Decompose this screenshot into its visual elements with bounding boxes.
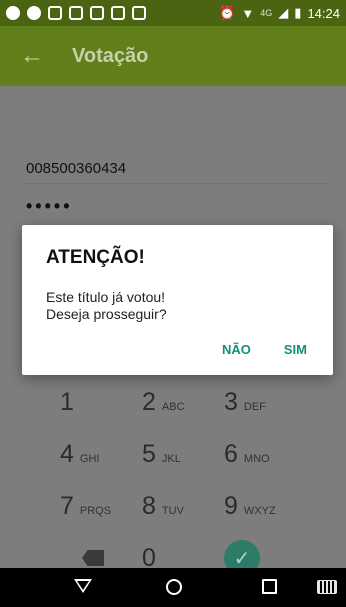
status-time: 14:24 bbox=[307, 5, 340, 21]
key-5[interactable]: 5 JKL bbox=[142, 440, 224, 469]
nav-home-icon[interactable] bbox=[166, 579, 182, 595]
voicemail-icon bbox=[111, 6, 125, 20]
app-bar: ← Votação bbox=[0, 26, 346, 86]
keyboard-icon[interactable] bbox=[317, 580, 337, 594]
clipboard-icon bbox=[132, 6, 146, 20]
notification-icons bbox=[6, 6, 146, 20]
mail-icon bbox=[69, 6, 83, 20]
no-button[interactable]: NÃO bbox=[222, 342, 251, 357]
dialog-message: Este título já votou! Deseja prosseguir? bbox=[46, 289, 306, 323]
key-8[interactable]: 8 TUV bbox=[142, 492, 224, 521]
dialog-message-line: Deseja prosseguir? bbox=[46, 306, 167, 322]
network-type: 4G bbox=[260, 8, 273, 18]
status-right: ⏰ ▼ 4G ◢ ▮ 14:24 bbox=[219, 5, 340, 21]
wifi-icon: ▼ bbox=[241, 5, 255, 21]
pin-field[interactable]: ••••• bbox=[26, 196, 328, 217]
dialog-message-line: Este título já votou! bbox=[46, 289, 166, 305]
dialog-title: ATENÇÃO! bbox=[46, 247, 145, 268]
amazon-icon bbox=[90, 6, 104, 20]
key-7[interactable]: 7 PRQS bbox=[60, 492, 142, 521]
image-icon bbox=[48, 6, 62, 20]
voter-id-value: 008500360434 bbox=[26, 160, 127, 177]
dialog-actions: NÃO SIM bbox=[222, 342, 307, 357]
key-1[interactable]: 1 bbox=[60, 388, 142, 417]
confirmation-dialog: ATENÇÃO! Este título já votou! Deseja pr… bbox=[22, 225, 333, 375]
navigation-icon bbox=[6, 6, 20, 20]
voter-id-field[interactable]: 008500360434 bbox=[26, 160, 328, 184]
key-3[interactable]: 3 DEF bbox=[224, 388, 306, 417]
keypad-row: 7 PRQS 8 TUV 9 WXYZ bbox=[60, 480, 310, 532]
key-2[interactable]: 2 ABC bbox=[142, 388, 224, 417]
key-6[interactable]: 6 MNO bbox=[224, 440, 306, 469]
nav-back-icon[interactable] bbox=[74, 579, 92, 593]
back-arrow-icon[interactable]: ← bbox=[20, 42, 50, 70]
nav-recents-icon[interactable] bbox=[262, 579, 277, 594]
key-9[interactable]: 9 WXYZ bbox=[224, 492, 306, 521]
key-delete[interactable] bbox=[60, 550, 142, 566]
key-4[interactable]: 4 GHI bbox=[60, 440, 142, 469]
battery-icon: ▮ bbox=[294, 5, 302, 20]
alarm-icon: ⏰ bbox=[219, 5, 236, 20]
signal-icon: ◢ bbox=[278, 5, 289, 20]
yes-button[interactable]: SIM bbox=[284, 342, 307, 357]
status-bar: ⏰ ▼ 4G ◢ ▮ 14:24 bbox=[0, 0, 346, 26]
field-underline bbox=[26, 183, 328, 184]
numeric-keypad: 1 2 ABC 3 DEF 4 GHI 5 JKL 6 MNO 7 PRQS 8 TUV 9W… bbox=[60, 376, 310, 584]
app-notification-icon bbox=[27, 6, 41, 20]
navigation-bar bbox=[0, 568, 346, 607]
keypad-row: 1 2 ABC 3 DEF bbox=[60, 376, 310, 428]
backspace-icon bbox=[82, 550, 104, 566]
keypad-row: 4 GHI 5 JKL 6 MNO bbox=[60, 428, 310, 480]
page-title: Votação bbox=[72, 44, 149, 67]
